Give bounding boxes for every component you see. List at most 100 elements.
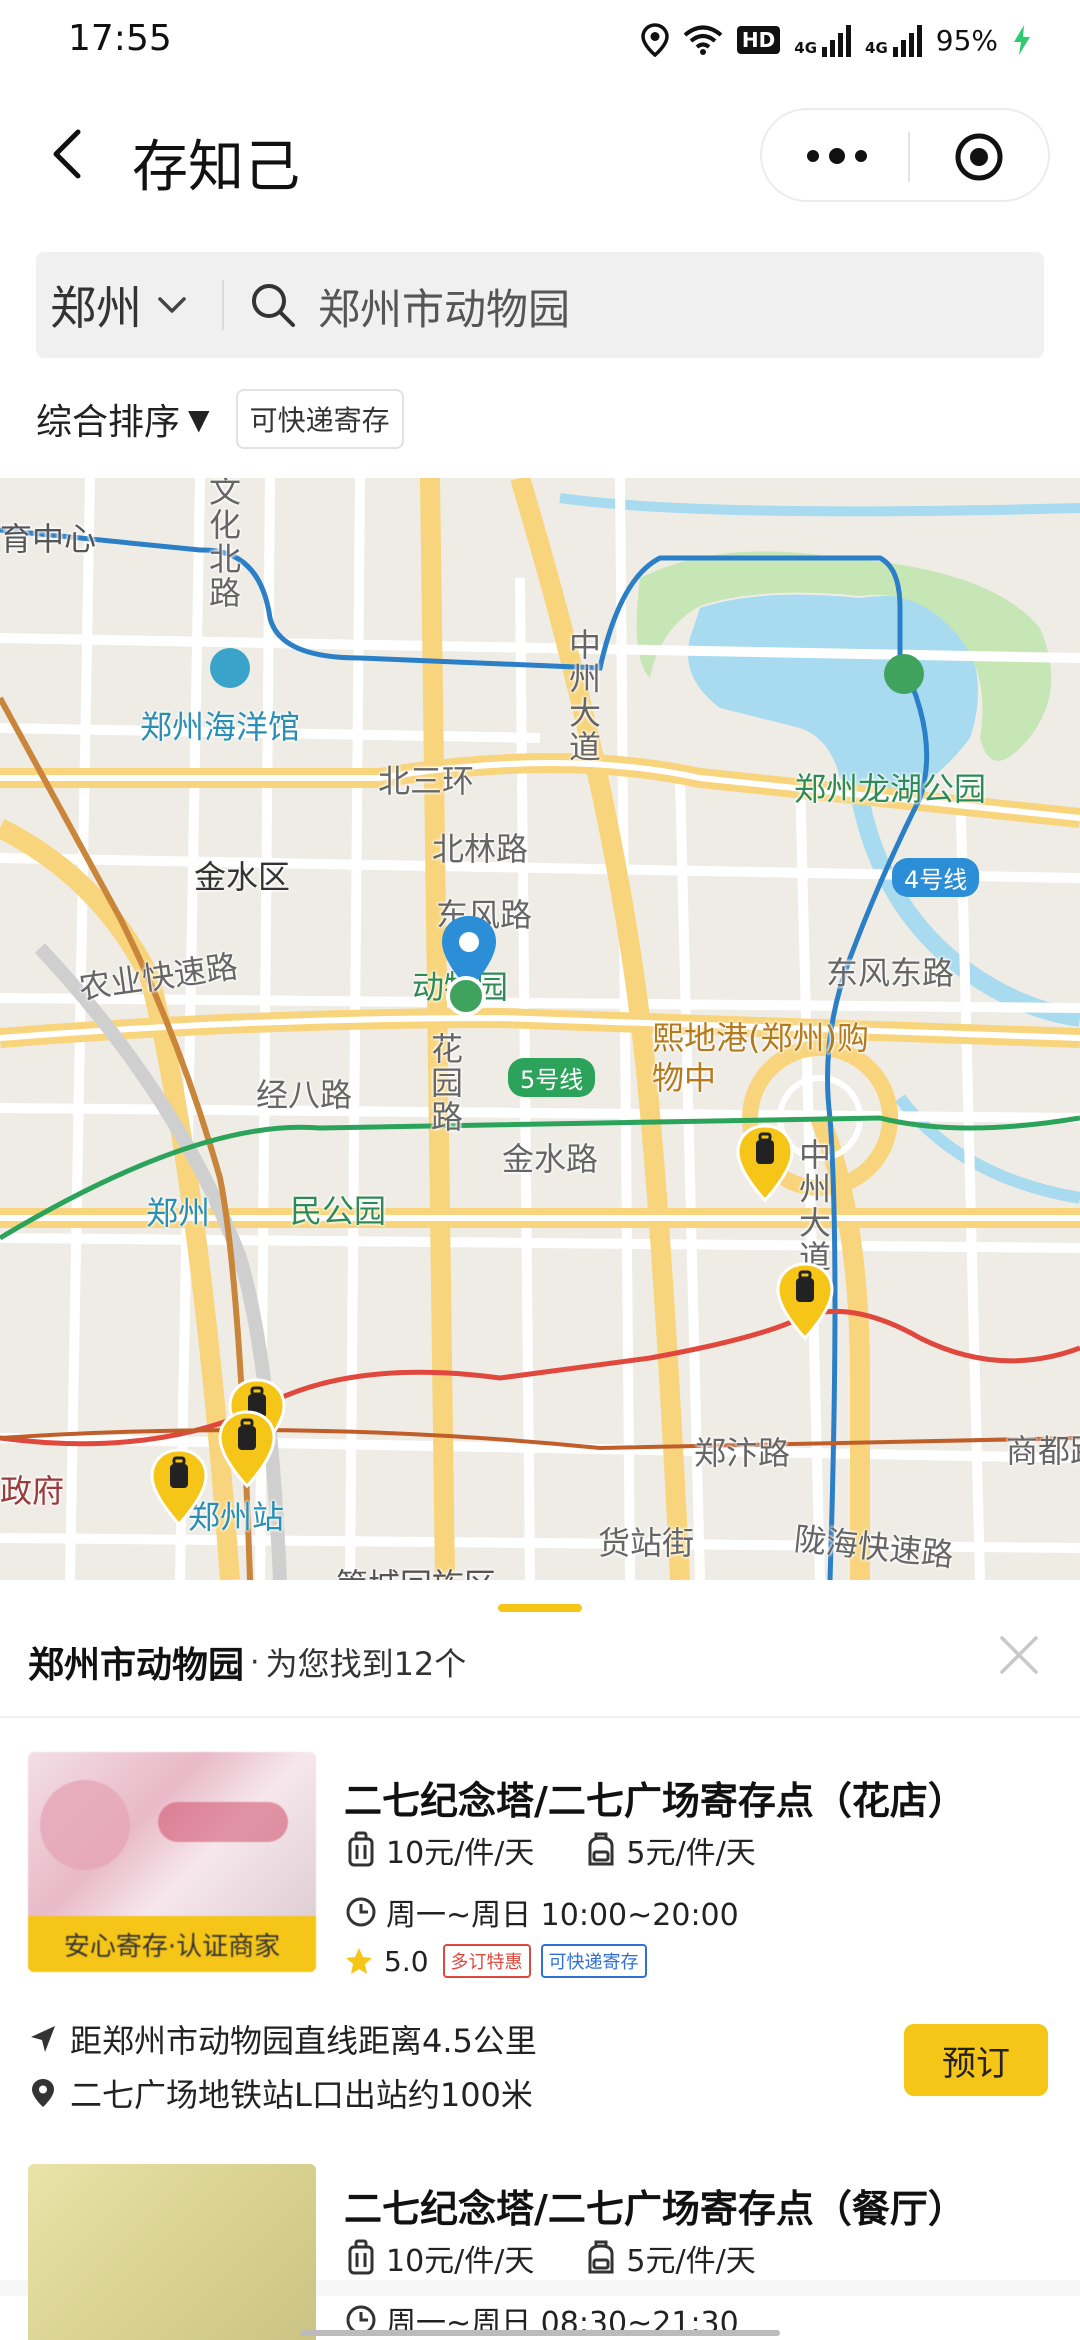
discount-tag: 多订特惠 <box>442 1944 531 1978</box>
back-icon[interactable] <box>40 124 100 184</box>
wifi-icon <box>683 25 723 55</box>
results-header: 郑州市动物园 · 为您找到12个 <box>28 1632 466 1692</box>
storage-pin-icon[interactable] <box>774 1262 836 1342</box>
map-background <box>0 478 1080 1580</box>
book-button[interactable]: 预订 <box>904 2024 1048 2096</box>
search-separator <box>222 280 224 330</box>
storage-thumbnail: 安心寄存·认证商家 <box>28 1752 316 1972</box>
aquarium-icon <box>210 648 250 688</box>
title-bar: 存知己 <box>0 100 1080 210</box>
signal-icon-2: 4G <box>865 23 922 57</box>
rating-value: 5.0 <box>384 1944 429 1978</box>
page-title: 存知己 <box>132 135 300 200</box>
navigation-arrow-icon <box>31 2026 55 2052</box>
sort-arrow-icon: ▼ <box>188 402 210 436</box>
status-time: 17:55 <box>68 18 172 59</box>
location-pin-icon <box>32 2079 54 2107</box>
map-label-zhengbian-road: 郑汴路 <box>694 1434 791 1472</box>
sort-label: 综合排序 <box>36 402 181 443</box>
backpack-price-text: 5元/件/天 <box>626 2244 756 2279</box>
map-label-jinshui-district: 金水区 <box>194 858 291 896</box>
storage-name: 二七纪念塔/二七广场寄存点（餐厅） <box>344 2187 966 2231</box>
map-label-aquarium[interactable]: 郑州海洋馆 <box>140 702 300 748</box>
map-label-zhongzhou-avenue-2: 中州大道 <box>794 1138 832 1274</box>
map-label-jinshui-road: 金水路 <box>502 1140 599 1178</box>
map-label-jingba-road: 经八路 <box>256 1076 353 1114</box>
charging-icon <box>1014 25 1030 55</box>
map-label-shangdu-road: 商都路 <box>1006 1432 1080 1470</box>
mini-program-capsule <box>760 108 1050 202</box>
sort-dropdown[interactable]: 综合排序 ▼ <box>36 393 210 445</box>
map-label-government: 政府 <box>0 1472 65 1510</box>
luggage-price: 10元/件/天 <box>344 1828 534 1872</box>
status-icons: HD 4G 4G 95% <box>641 18 1032 62</box>
metro-red <box>0 1308 1080 1447</box>
results-dot: · <box>250 1644 260 1680</box>
map-label-renmin-park[interactable]: 民公园 <box>290 1186 386 1232</box>
zoo-icon <box>446 976 486 1016</box>
price-row: 10元/件/天 5元/件/天 <box>344 2236 806 2280</box>
storage-card[interactable]: 二七纪念塔/二七广场寄存点（餐厅） 10元/件/天 5元/件/天 周一~周日 0… <box>0 2152 1080 2340</box>
location-row: 二七广场地铁站L口出站约100米 <box>28 2070 533 2116</box>
star-icon <box>346 1948 372 1974</box>
sheet-drag-handle[interactable] <box>498 1604 582 1612</box>
map-label-xidi-mall[interactable]: 熙地港(郑州)购物中 <box>652 1018 878 1098</box>
storage-pin-icon[interactable] <box>216 1410 278 1490</box>
storage-pin-icon[interactable] <box>148 1448 210 1528</box>
luggage-price-text: 10元/件/天 <box>386 1836 535 1871</box>
city-label: 郑州 <box>50 281 142 335</box>
map-label-beilin-road: 北林路 <box>432 830 529 868</box>
map-label-dongfeng-east-road: 东风东路 <box>826 954 955 992</box>
search-input[interactable]: 郑州市动物园 <box>318 276 570 337</box>
map-label-guancheng-district: 管城回族区 <box>336 1560 496 1580</box>
location-icon <box>641 23 669 57</box>
location-text: 二七广场地铁站L口出站约100米 <box>70 2076 533 2114</box>
express-storage-filter-chip[interactable]: 可快递寄存 <box>235 389 404 449</box>
backpack-icon <box>588 1832 614 1866</box>
more-icon[interactable] <box>792 134 882 178</box>
map-label-sports-center: 育中心 <box>0 520 97 558</box>
storage-thumbnail <box>28 2164 316 2340</box>
distance-row: 距郑州市动物园直线距离4.5公里 <box>28 2016 537 2062</box>
results-count: 为您找到12个 <box>265 1645 467 1683</box>
map-label-wenhua-road: 文化北路 <box>204 478 242 610</box>
close-icon[interactable] <box>994 1630 1044 1680</box>
backpack-icon <box>588 2240 614 2274</box>
map-label-longhu-park[interactable]: 郑州龙湖公园 <box>794 764 986 810</box>
filter-row: 综合排序 ▼ 可快递寄存 <box>36 384 1044 454</box>
capsule-divider <box>908 132 910 182</box>
battery-percent: 95% <box>935 23 998 57</box>
status-bar: 17:55 HD 4G 4G 95% <box>0 0 1080 80</box>
gesture-nav-bar[interactable] <box>300 2330 780 2336</box>
clock-icon <box>346 1897 376 1927</box>
suitcase-icon <box>348 2239 374 2275</box>
certified-badge: 安心寄存·认证商家 <box>28 1916 316 1972</box>
search-icon <box>252 284 295 327</box>
metro-line-5-badge: 5号线 <box>508 1058 596 1097</box>
results-sheet: 郑州市动物园 · 为您找到12个 安心寄存·认证商家 二七纪念塔/二七广场寄存点… <box>0 1580 1080 2340</box>
luggage-price-text: 10元/件/天 <box>386 2244 535 2279</box>
luggage-price: 10元/件/天 <box>344 2236 534 2280</box>
storage-pin-icon[interactable] <box>734 1124 796 1204</box>
backpack-price: 5元/件/天 <box>584 2236 756 2280</box>
park-icon <box>884 654 924 694</box>
results-query: 郑州市动物园 <box>28 1645 245 1686</box>
distance-text: 距郑州市动物园直线距离4.5公里 <box>70 2022 537 2060</box>
express-tag: 可快递寄存 <box>540 1944 647 1978</box>
sheet-divider <box>0 1716 1080 1718</box>
price-row: 10元/件/天 5元/件/天 <box>344 1828 806 1872</box>
map-label-north-third-ring: 北三环 <box>378 762 475 800</box>
map[interactable]: 育中心 文化北路 郑州海洋馆 北三环 中州大道 郑州龙湖公园 北林路 金水区 东… <box>0 478 1080 1580</box>
map-label-huozhan-street: 货站街 <box>598 1524 695 1562</box>
city-select[interactable]: 郑州 <box>50 270 190 340</box>
hours-row: 周一~周日 10:00~20:00 <box>344 1890 739 1934</box>
canal <box>559 493 1080 517</box>
metro-line-4-badge: 4号线 <box>892 858 980 897</box>
chevron-down-icon <box>158 297 186 313</box>
storage-name: 二七纪念塔/二七广场寄存点（花店） <box>344 1779 966 1823</box>
map-label-zhongzhou-avenue-1: 中州大道 <box>564 628 602 764</box>
close-mini-program-icon[interactable] <box>952 130 1006 184</box>
map-label-huayuan-road: 花园路 <box>426 1032 464 1134</box>
map-label-zhengzhou-partial: 郑州 <box>146 1194 211 1232</box>
backpack-price-text: 5元/件/天 <box>626 1836 756 1871</box>
